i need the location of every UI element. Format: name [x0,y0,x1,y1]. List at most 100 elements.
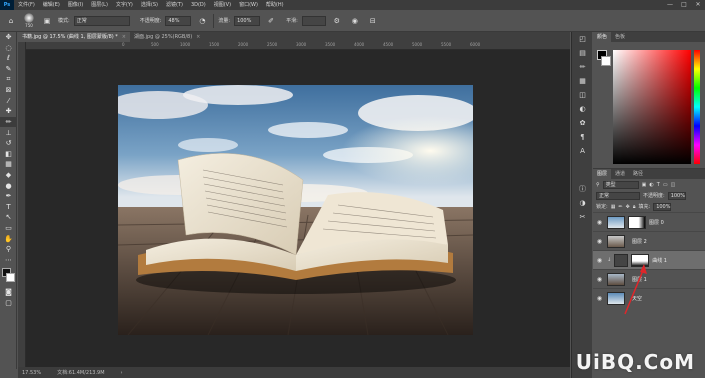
layer-row[interactable]: ◉ 图层 2 [593,231,705,250]
gradient-tool-icon[interactable]: ▦ [0,159,17,170]
tab-lake-document[interactable]: 湖面.jpg @ 25%(RGB/8) × [130,32,204,42]
eye-icon[interactable]: ◉ [595,276,604,283]
layer-row[interactable]: ◉ 图层 0 [593,212,705,231]
lock-image-icon[interactable]: ✏ [618,204,622,210]
layer-opacity-input[interactable]: 100% [667,191,686,200]
clone-stamp-tool-icon[interactable]: ⊥ [0,127,17,138]
adjustments-panel-icon[interactable]: ◐ [572,102,593,116]
menu-type[interactable]: 文字(Y) [112,0,137,10]
airbrush-icon[interactable]: ✐ [264,14,278,28]
character-panel-icon[interactable]: A [572,144,593,158]
menu-view[interactable]: 视图(V) [210,0,235,10]
smoothing-input[interactable] [301,15,326,26]
eye-icon[interactable]: ◉ [595,257,604,264]
eye-icon[interactable]: ◉ [595,238,604,245]
close-tab-icon[interactable]: × [196,34,200,40]
brush-tool-preset-icon[interactable]: ⌂ [4,14,18,28]
panel-background-swatch[interactable] [601,56,611,66]
status-menu-arrow[interactable]: › [121,370,123,376]
tab-paths[interactable]: 路径 [629,169,647,179]
smoothing-options-icon[interactable]: ⚙ [330,14,344,28]
menu-select[interactable]: 选择(S) [137,0,162,10]
document-canvas[interactable] [118,85,473,335]
pressure-opacity-icon[interactable]: ◔ [195,14,209,28]
brush-preset-picker[interactable]: 750 [22,13,36,28]
channels-panel-icon[interactable]: ◑ [572,196,593,210]
type-tool-icon[interactable]: T [0,202,17,213]
info-panel-icon[interactable]: ⓘ [572,182,593,196]
menu-help[interactable]: 帮助(H) [262,0,288,10]
pressure-size-icon[interactable]: ◉ [348,14,362,28]
crop-tool-icon[interactable]: ⌗ [0,74,17,85]
move-tool-icon[interactable]: ✥ [0,32,17,43]
symmetry-icon[interactable]: ⊟ [366,14,380,28]
menu-window[interactable]: 窗口(W) [235,0,262,10]
menu-image[interactable]: 图像(I) [64,0,87,10]
more-tools-icon[interactable]: ⋯ [0,254,17,265]
close-tab-icon[interactable]: × [122,34,126,40]
tab-layers[interactable]: 图层 [593,169,612,179]
lock-position-icon[interactable]: ✥ [626,204,630,210]
mode-select[interactable]: 正常 [73,15,130,26]
canvas-area[interactable] [26,50,570,367]
lasso-tool-icon[interactable]: ℓ [0,53,17,64]
menu-3d[interactable]: 3D(D) [187,0,210,10]
tab-book-document[interactable]: 书籍.jpg @ 17.5% (曲线 1, 图层蒙版/8) * × [18,32,130,42]
eraser-tool-icon[interactable]: ◧ [0,149,17,160]
flow-input[interactable]: 100% [234,15,261,26]
hue-slider[interactable] [694,50,700,164]
marquee-tool-icon[interactable]: ◌ [0,43,17,54]
tools-preset-icon[interactable]: ✂ [572,210,593,224]
filter-type-icon[interactable]: T [657,182,660,188]
swatches-panel-icon[interactable]: ▦ [572,74,593,88]
maximize-button[interactable]: □ [677,0,691,10]
history-panel-icon[interactable]: ◰ [572,32,593,46]
fill-input[interactable]: 100% [653,202,672,211]
quick-select-tool-icon[interactable]: ✎ [0,64,17,75]
brush-settings-icon[interactable]: ▣ [40,14,54,28]
photoshop-logo[interactable]: Ps [0,0,14,10]
filter-adjust-icon[interactable]: ◐ [649,182,653,188]
eyedropper-tool-icon[interactable]: ⁄ [0,96,17,107]
screen-mode-icon[interactable]: ▢ [0,298,17,309]
background-color-swatch[interactable] [6,273,15,283]
lock-all-icon[interactable]: 🔒︎ [633,204,636,210]
tab-color[interactable]: 颜色 [593,32,612,42]
tab-channels[interactable]: 通道 [611,169,629,179]
color-swatches[interactable] [0,265,17,287]
menu-edit[interactable]: 编辑(E) [39,0,64,10]
opacity-input[interactable]: 48% [165,15,192,26]
menu-filter[interactable]: 滤镜(T) [162,0,187,10]
zoom-tool-icon[interactable]: ⚲ [0,244,17,255]
libraries-panel-icon[interactable]: ◫ [572,88,593,102]
lock-transparent-icon[interactable]: ▦ [611,204,616,210]
healing-brush-tool-icon[interactable]: ✚ [0,106,17,117]
blend-mode-select[interactable]: 正常 [596,191,640,200]
filter-pixel-icon[interactable]: ▣ [642,182,647,188]
hand-tool-icon[interactable]: ✋ [0,233,17,244]
frame-tool-icon[interactable]: ⊠ [0,85,17,96]
filter-shape-icon[interactable]: ▭ [663,182,668,188]
dodge-tool-icon[interactable]: ● [0,180,17,191]
pen-tool-icon[interactable]: ✒ [0,191,17,202]
paragraph-panel-icon[interactable]: ¶ [572,130,593,144]
eye-icon[interactable]: ◉ [595,219,604,226]
zoom-level[interactable]: 17.53% [22,370,41,376]
styles-panel-icon[interactable]: ✿ [572,116,593,130]
close-button[interactable]: ✕ [691,0,705,10]
menu-layer[interactable]: 图层(L) [87,0,112,10]
quick-mask-icon[interactable]: ◙ [0,287,17,298]
minimize-button[interactable]: — [663,0,677,10]
layer-filter-select[interactable]: 类型 [602,180,639,189]
layer-mask-thumbnail[interactable] [628,215,646,229]
tab-swatches[interactable]: 色板 [611,32,629,42]
eye-icon[interactable]: ◉ [595,295,604,302]
history-brush-tool-icon[interactable]: ↺ [0,138,17,149]
menu-file[interactable]: 文件(F) [14,0,39,10]
filter-smart-icon[interactable]: ◫ [671,182,676,188]
properties-panel-icon[interactable]: ▤ [572,46,593,60]
shape-tool-icon[interactable]: ▭ [0,223,17,234]
path-select-tool-icon[interactable]: ↖ [0,212,17,223]
blur-tool-icon[interactable]: ◆ [0,170,17,181]
brush-panel-icon[interactable]: ✏ [572,60,593,74]
